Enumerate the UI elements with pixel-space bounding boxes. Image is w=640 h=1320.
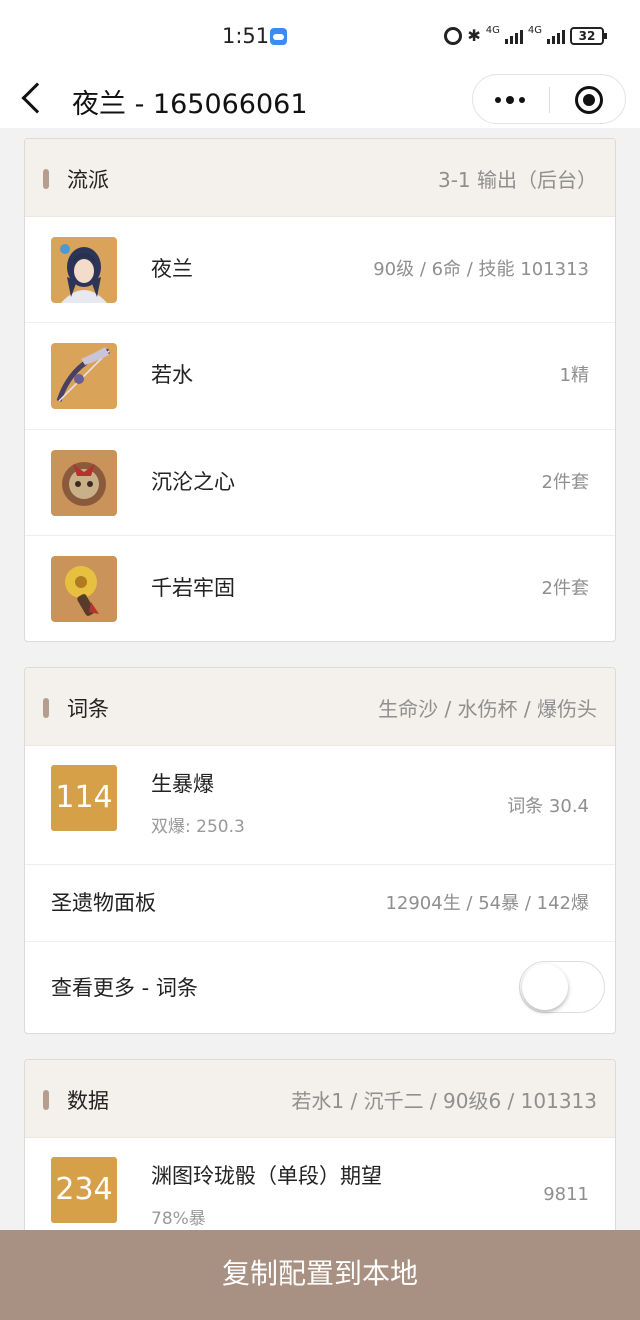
network-type-1: 4G — [485, 25, 500, 36]
data-subtitle: 若水1 / 沉千二 / 90级6 / 101313 — [291, 1089, 597, 1113]
cloud-icon — [270, 28, 287, 45]
weapon-refine: 1精 — [559, 365, 589, 386]
mini-program-capsule — [472, 74, 626, 124]
artifact-set-2-count: 2件套 — [541, 578, 589, 599]
signal-icon-2 — [547, 28, 565, 44]
build-title: 流派 — [67, 168, 109, 192]
data-card-header: 数据 若水1 / 沉千二 / 90级6 / 101313 — [25, 1060, 615, 1138]
header-mark — [43, 698, 49, 718]
artifact-set-1-name: 沉沦之心 — [151, 470, 235, 494]
header-mark — [43, 1090, 49, 1110]
build-card-header: 流派 3-1 输出（后台） — [25, 139, 615, 217]
artifact-set-2-name: 千岩牢固 — [151, 576, 235, 600]
more-substats-toggle[interactable] — [519, 961, 605, 1013]
artifact-panel-row[interactable]: 圣遗物面板 12904生 / 54暴 / 142爆 — [25, 865, 615, 942]
build-card: 流派 3-1 输出（后台） 夜兰 90级 / 6命 / 技能 101313 若水… — [24, 138, 616, 642]
list-item-artifact-1[interactable]: 沉沦之心 2件套 — [25, 430, 615, 536]
artifact-set-1-count: 2件套 — [541, 472, 589, 493]
status-time: 1:51 — [222, 24, 270, 48]
damage-sub: 78%暴 — [151, 1209, 206, 1229]
artifact-mask-icon — [51, 450, 117, 516]
panel-label: 圣遗物面板 — [51, 891, 156, 915]
character-portrait-icon — [51, 237, 117, 303]
character-info: 90级 / 6命 / 技能 101313 — [373, 259, 589, 280]
alarm-icon — [444, 26, 463, 45]
more-label: 查看更多 - 词条 — [51, 976, 198, 1000]
nav-bar: 夜兰 - 165066061 — [0, 72, 640, 128]
toggle-knob — [522, 964, 568, 1010]
header-mark — [43, 169, 49, 189]
data-card: 数据 若水1 / 沉千二 / 90级6 / 101313 234 渊图玲珑骰（单… — [24, 1059, 616, 1259]
substats-subtitle: 生命沙 / 水伤杯 / 爆伤头 — [378, 697, 597, 721]
substats-card: 词条 生命沙 / 水伤杯 / 爆伤头 114 生暴爆 双爆: 250.3 词条 … — [24, 667, 616, 1034]
close-target-icon[interactable] — [575, 86, 603, 114]
network-type-2: 4G — [527, 25, 542, 36]
capsule-divider — [549, 87, 550, 113]
stat-name: 生暴爆 — [151, 772, 214, 796]
page-title: 夜兰 - 165066061 — [72, 89, 308, 120]
list-item-artifact-2[interactable]: 千岩牢固 2件套 — [25, 536, 615, 641]
bluetooth-icon: ✱ — [467, 26, 481, 45]
character-name: 夜兰 — [151, 257, 193, 281]
list-item-character[interactable]: 夜兰 90级 / 6命 / 技能 101313 — [25, 217, 615, 323]
artifact-flower-icon — [51, 556, 117, 622]
panel-value: 12904生 / 54暴 / 142爆 — [385, 893, 589, 914]
substats-card-header: 词条 生命沙 / 水伤杯 / 爆伤头 — [25, 668, 615, 746]
signal-icon — [504, 28, 523, 44]
stat-sub: 双爆: 250.3 — [151, 817, 245, 837]
damage-name: 渊图玲珑骰（单段）期望 — [151, 1164, 382, 1188]
weapon-name: 若水 — [151, 363, 193, 387]
build-subtitle: 3-1 输出（后台） — [437, 168, 597, 192]
damage-value: 9811 — [543, 1184, 589, 1205]
copy-config-button[interactable]: 复制配置到本地 — [0, 1230, 640, 1320]
back-icon[interactable] — [21, 82, 53, 114]
score-badge: 234 — [51, 1157, 117, 1223]
stat-value: 词条 30.4 — [507, 796, 589, 817]
battery-icon: 32 — [570, 26, 607, 45]
data-title: 数据 — [67, 1089, 109, 1113]
status-bar: 1:51 ✱ 4G 4G 32 — [0, 0, 640, 72]
status-icons: ✱ 4G 4G 32 — [444, 25, 607, 45]
list-item-weapon[interactable]: 若水 1精 — [25, 323, 615, 430]
substats-title: 词条 — [67, 697, 109, 721]
more-icon[interactable] — [495, 96, 525, 104]
substat-score-row[interactable]: 114 生暴爆 双爆: 250.3 词条 30.4 — [25, 746, 615, 865]
bow-weapon-icon — [51, 343, 117, 409]
more-substats-row: 查看更多 - 词条 — [25, 942, 615, 1033]
score-badge: 114 — [51, 765, 117, 831]
